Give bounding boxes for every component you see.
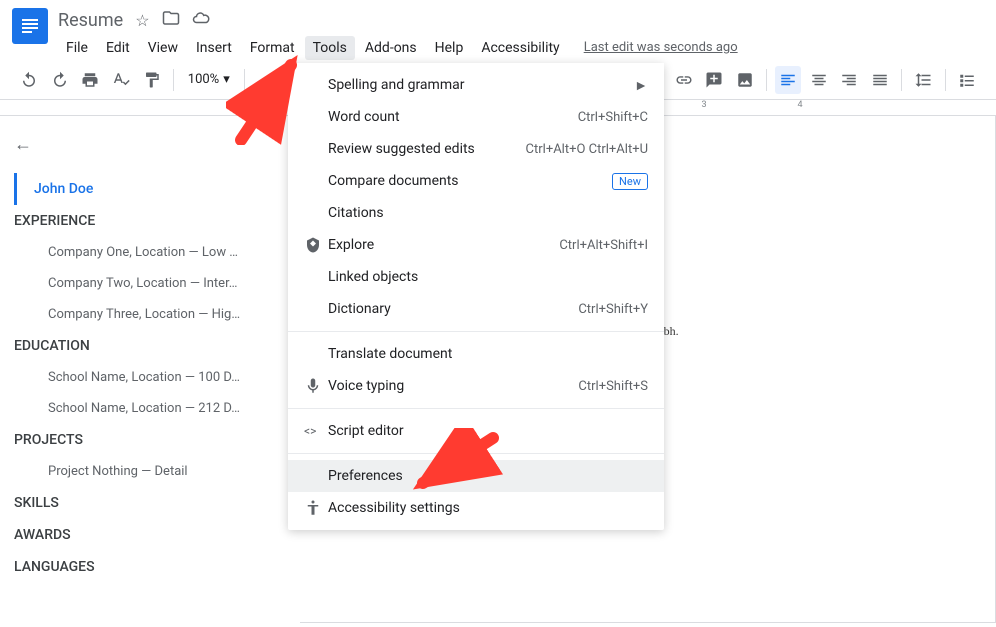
outline-item[interactable]: School Name, Location — 212 D… [14,393,286,424]
redo-button[interactable] [47,66,74,94]
outline-item[interactable]: Project Nothing — Detail [14,456,286,487]
outline-item[interactable]: Company Two, Location — Inter… [14,268,286,299]
menu-item-dictionary[interactable]: DictionaryCtrl+Shift+Y [288,293,664,325]
outline-item[interactable]: School Name, Location — 100 D… [14,362,286,393]
outline-heading[interactable]: PROJECTS [14,424,286,456]
menu-format[interactable]: Format [242,36,303,60]
menu-item-label: Word count [328,109,578,125]
menu-item-label: Linked objects [328,269,648,285]
cloud-status-icon[interactable] [192,9,210,31]
explore-icon [304,236,328,254]
align-justify-button[interactable] [867,66,894,94]
menu-item-explore[interactable]: ExploreCtrl+Alt+Shift+I [288,229,664,261]
menu-item-script-editor[interactable]: <>Script editor [288,415,664,447]
menu-item-label: Explore [328,237,559,253]
menu-item-shortcut: Ctrl+Shift+S [578,379,648,394]
checklist-button[interactable] [954,66,981,94]
menu-item-label: Citations [328,205,648,221]
menu-item-voice-typing[interactable]: Voice typingCtrl+Shift+S [288,370,664,402]
menu-view[interactable]: View [140,36,186,60]
menu-help[interactable]: Help [427,36,472,60]
menu-accessibility[interactable]: Accessibility [473,36,567,60]
spellcheck-button[interactable] [108,66,135,94]
menu-item-translate-document[interactable]: Translate document [288,338,664,370]
outline-item[interactable]: Company Three, Location — Hig… [14,299,286,330]
document-outline: ← John Doe EXPERIENCECompany One, Locati… [0,116,300,623]
outline-heading[interactable]: AWARDS [14,519,286,551]
menu-item-label: Voice typing [328,378,578,394]
line-spacing-button[interactable] [910,66,937,94]
menu-item-preferences[interactable]: Preferences [288,460,664,492]
outline-heading[interactable]: LANGUAGES [14,551,286,583]
menu-item-label: Review suggested edits [328,141,526,157]
menu-item-accessibility-settings[interactable]: Accessibility settings [288,492,664,524]
print-button[interactable] [77,66,104,94]
new-badge: New [612,173,648,190]
add-comment-button[interactable] [701,66,728,94]
document-title[interactable]: Resume [58,10,123,31]
menu-item-shortcut: Ctrl+Alt+O Ctrl+Alt+U [526,142,648,157]
last-edit-link[interactable]: Last edit was seconds ago [584,36,738,60]
paint-format-button[interactable] [138,66,165,94]
menu-edit[interactable]: Edit [98,36,138,60]
mic-icon [304,377,328,395]
menu-item-word-count[interactable]: Word countCtrl+Shift+C [288,101,664,133]
menu-insert[interactable]: Insert [188,36,240,60]
menu-item-shortcut: Ctrl+Shift+C [578,110,648,125]
align-right-button[interactable] [836,66,863,94]
insert-link-button[interactable] [670,66,697,94]
menu-item-label: Preferences [328,468,648,484]
menu-item-linked-objects[interactable]: Linked objects [288,261,664,293]
menu-item-label: Spelling and grammar [328,77,634,93]
docs-logo[interactable] [12,8,48,44]
outline-heading[interactable]: EDUCATION [14,330,286,362]
menu-item-label: Dictionary [328,301,578,317]
menu-file[interactable]: File [58,36,96,60]
menu-tools[interactable]: Tools [305,36,355,60]
undo-button[interactable] [16,66,43,94]
script-icon: <> [304,424,328,438]
chevron-down-icon: ▾ [223,72,230,87]
menu-bar: File Edit View Insert Format Tools Add-o… [58,36,984,60]
insert-image-button[interactable] [731,66,758,94]
menu-item-citations[interactable]: Citations [288,197,664,229]
menu-item-shortcut: Ctrl+Shift+Y [578,302,648,317]
menu-addons[interactable]: Add-ons [357,36,425,60]
outline-title[interactable]: John Doe [14,173,286,205]
zoom-value: 100% [188,72,219,87]
star-icon[interactable]: ☆ [135,11,149,30]
menu-item-spelling-and-grammar[interactable]: Spelling and grammar► [288,69,664,101]
menu-item-label: Accessibility settings [328,500,648,516]
menu-item-shortcut: Ctrl+Alt+Shift+I [559,238,648,253]
outline-item[interactable]: Company One, Location — Low … [14,237,286,268]
zoom-select[interactable]: 100% ▾ [182,72,236,87]
outline-heading[interactable]: SKILLS [14,487,286,519]
align-center-button[interactable] [805,66,832,94]
submenu-arrow-icon: ► [634,77,648,94]
accessibility-icon [304,499,328,517]
tools-dropdown: Spelling and grammar►Word countCtrl+Shif… [288,63,664,530]
collapse-outline-button[interactable]: ← [14,134,286,155]
menu-item-label: Translate document [328,346,648,362]
menu-item-label: Compare documents [328,173,612,189]
menu-item-review-suggested-edits[interactable]: Review suggested editsCtrl+Alt+O Ctrl+Al… [288,133,664,165]
outline-heading[interactable]: EXPERIENCE [14,205,286,237]
menu-item-compare-documents[interactable]: Compare documentsNew [288,165,664,197]
menu-item-label: Script editor [328,423,648,439]
move-icon[interactable] [162,9,180,31]
align-left-button[interactable] [775,66,802,94]
